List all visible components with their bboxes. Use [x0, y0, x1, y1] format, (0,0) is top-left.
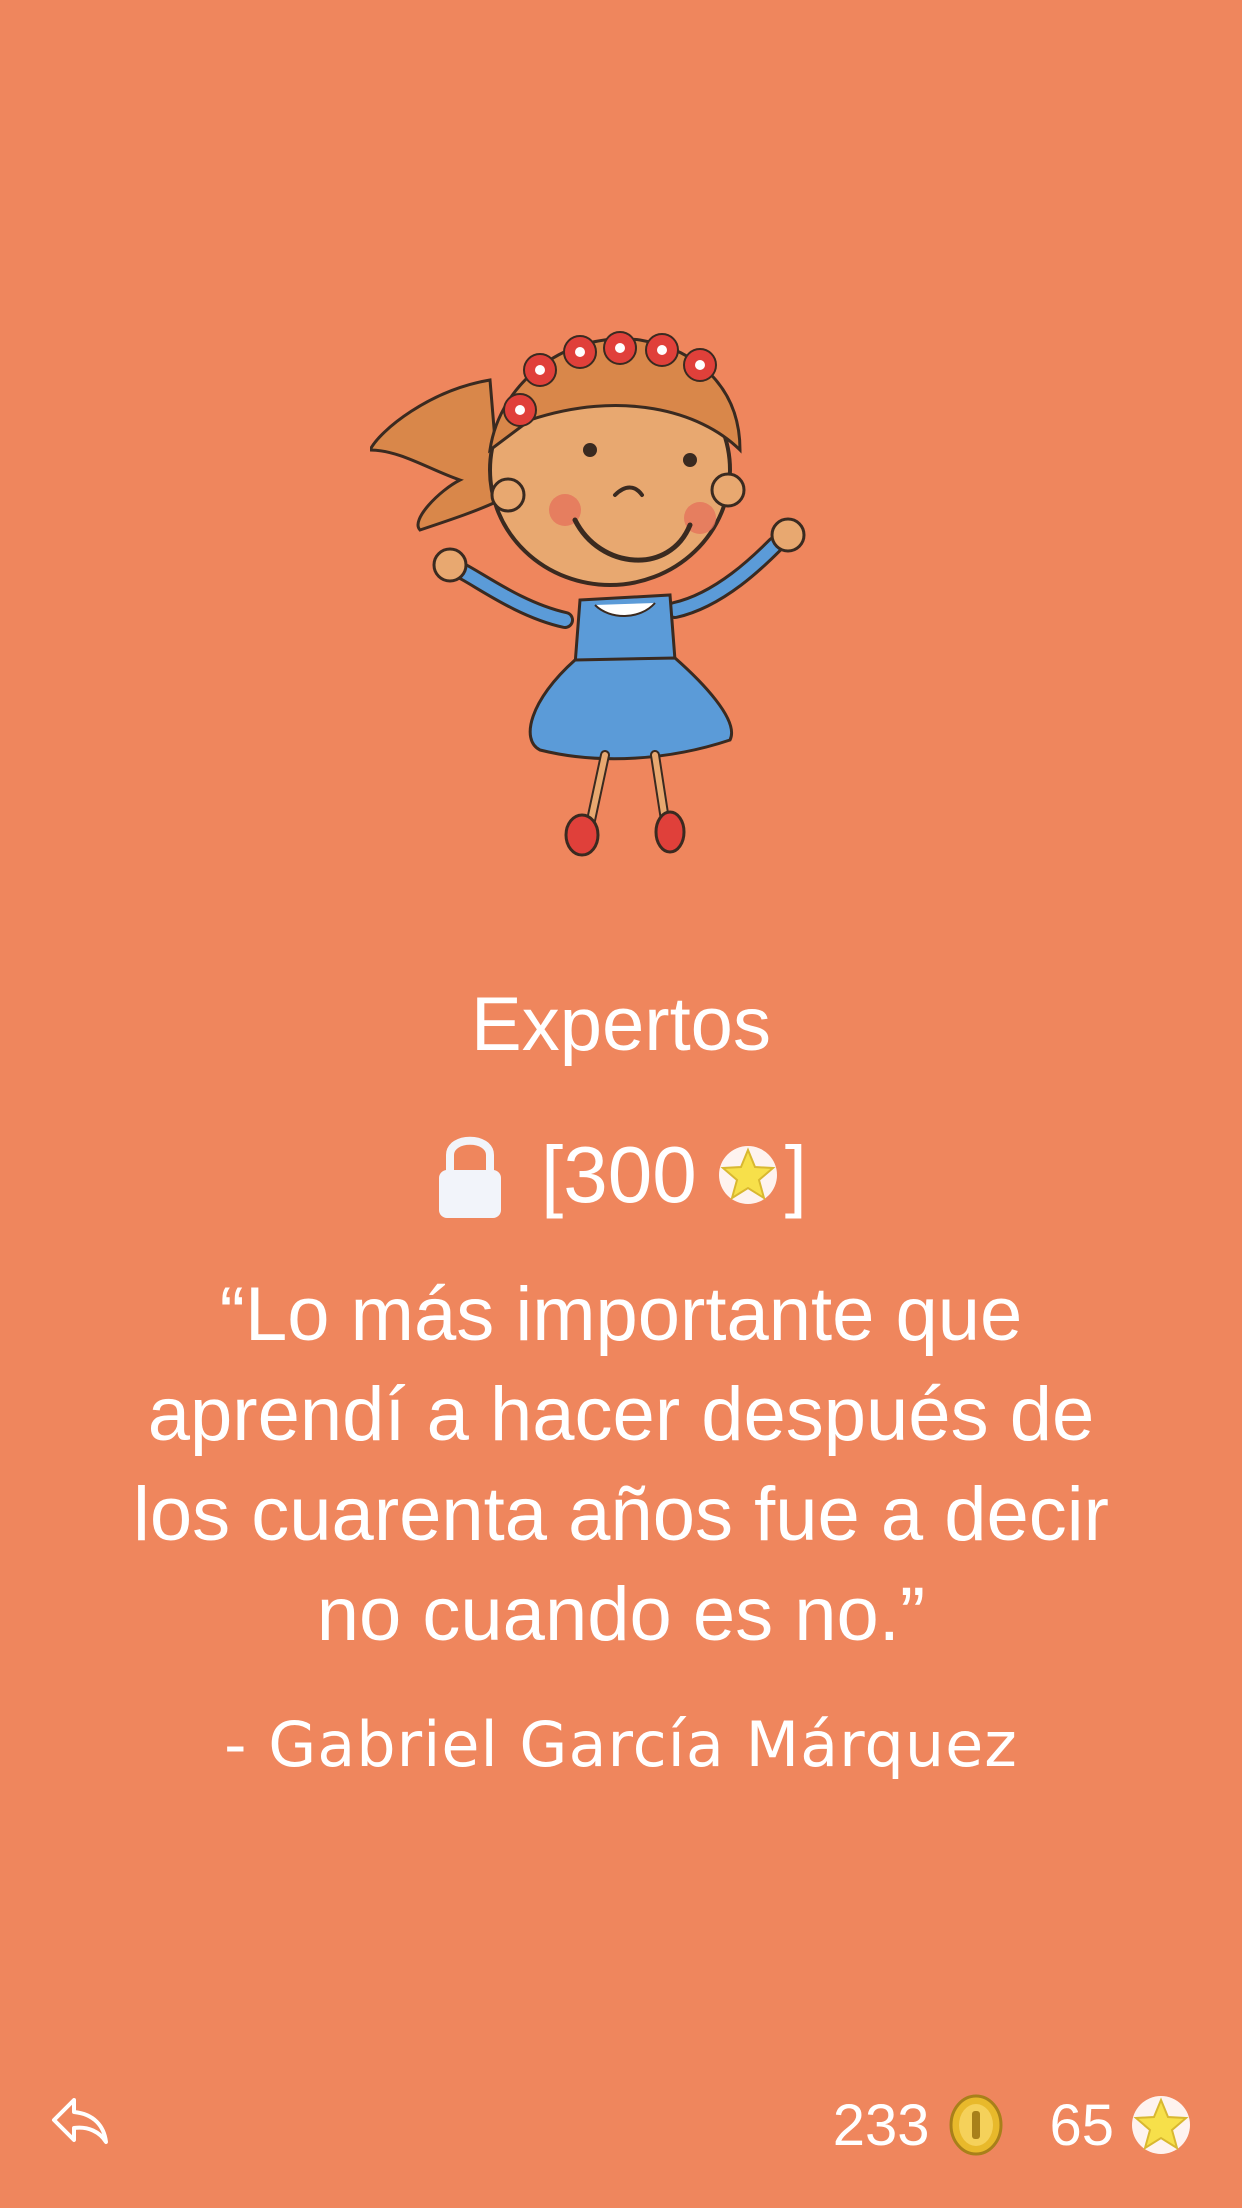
reply-arrow-icon[interactable] [48, 2090, 112, 2154]
girl-illustration [370, 331, 806, 857]
unlock-cost-close: ] [784, 1130, 807, 1219]
coin-icon [949, 2094, 1003, 2156]
quote-text: “Lo más importante que aprendí a hacer d… [133, 1272, 1109, 1657]
star-icon [718, 1146, 777, 1204]
unlock-cost: [300 [541, 1130, 697, 1219]
quote-author: - Gabriel García Márquez [224, 1708, 1018, 1781]
star-count: 65 [1049, 2092, 1114, 2158]
star-icon [1132, 2096, 1190, 2154]
level-title: Expertos [471, 982, 771, 1067]
currency-counters: 233 65 [833, 2085, 1192, 2165]
lock-icon [439, 1136, 502, 1218]
coin-count: 233 [832, 2092, 930, 2158]
unlock-requirement: [300 ] [0, 1125, 1242, 1225]
